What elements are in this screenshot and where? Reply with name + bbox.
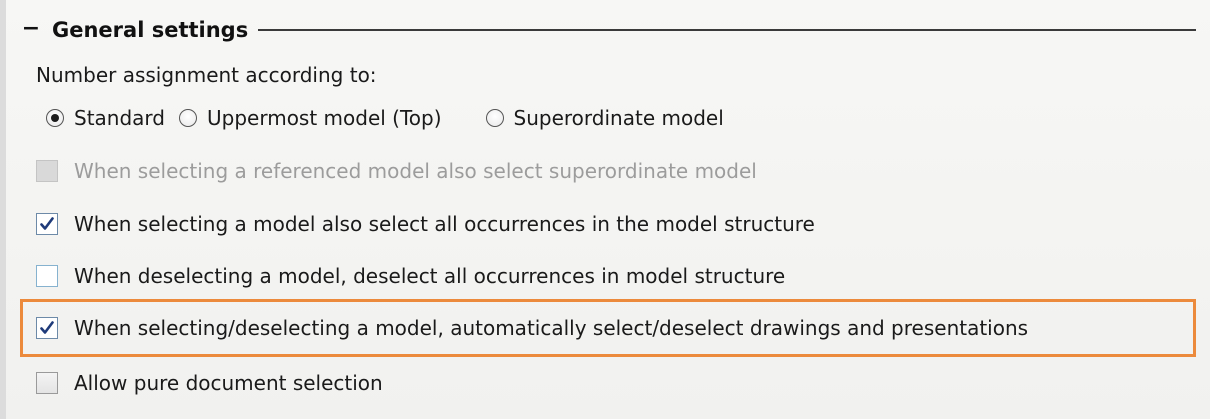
checkmark-icon [40,321,54,334]
checkbox-auto-select-drawings-label: When selecting/deselecting a model, auto… [74,316,1029,340]
radio-superordinate-model-label: Superordinate model [513,106,724,130]
checkbox-referenced-model-label: When selecting a referenced model also s… [74,159,757,183]
checkbox-row-deselect-all-occurrences: When deselecting a model, deselect all o… [36,259,785,293]
checkbox-deselect-all-occurrences-label: When deselecting a model, deselect all o… [74,264,786,288]
radio-button-icon[interactable] [485,109,504,127]
checkbox-pure-document-selection[interactable] [36,372,58,394]
checkbox-row-referenced-model: When selecting a referenced model also s… [36,154,757,188]
group-title: General settings [52,18,249,42]
radio-button-icon[interactable] [179,109,197,127]
radio-standard[interactable]: Standard [46,106,165,130]
radio-uppermost-model[interactable]: Uppermost model (Top) [179,106,442,130]
checkmark-icon [40,217,54,230]
checkbox-pure-document-selection-label: Allow pure document selection [74,371,383,395]
radio-standard-label: Standard [74,106,165,130]
checkbox-select-all-occurrences-label: When selecting a model also select all o… [74,212,815,236]
checkbox-row-pure-document-selection: Allow pure document selection [36,366,383,400]
number-assignment-label-row: Number assignment according to: [36,59,377,91]
checkbox-select-all-occurrences[interactable] [36,213,58,235]
checkbox-row-auto-select-drawings: When selecting/deselecting a model, auto… [36,311,1028,345]
radio-button-icon[interactable] [46,109,64,127]
group-header: − General settings [20,14,1196,46]
checkbox-deselect-all-occurrences[interactable] [36,265,58,287]
group-divider [258,29,1196,31]
number-assignment-label: Number assignment according to: [36,63,377,87]
checkbox-auto-select-drawings[interactable] [36,317,58,339]
checkbox-referenced-model[interactable] [36,160,58,182]
number-assignment-radio-group: Standard Uppermost model (Top) Superordi… [46,101,724,135]
checkbox-row-select-all-occurrences: When selecting a model also select all o… [36,207,815,241]
radio-superordinate-model[interactable]: Superordinate model [485,106,724,130]
radio-uppermost-model-label: Uppermost model (Top) [207,106,442,130]
collapse-minus-icon[interactable]: − [20,18,42,40]
settings-panel: − General settings Number assignment acc… [0,0,1210,419]
